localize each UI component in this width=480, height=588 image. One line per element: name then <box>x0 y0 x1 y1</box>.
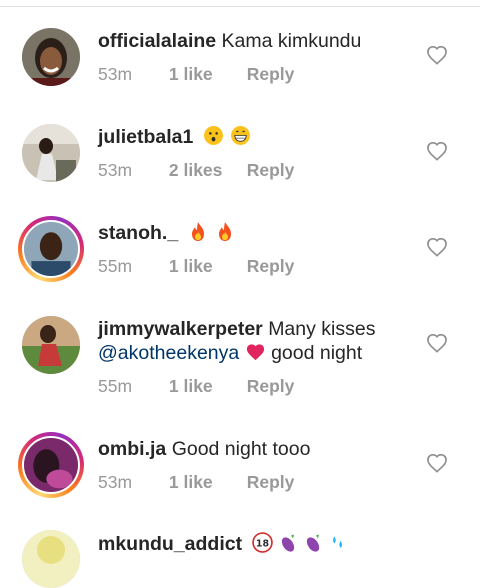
heart-outline-icon[interactable] <box>426 237 448 257</box>
droplets-emoji <box>332 536 342 548</box>
comment-username[interactable]: jimmywalkerpeter <box>98 318 263 340</box>
comment-username[interactable]: julietbala1 <box>98 126 193 148</box>
comment-time: 53m <box>98 472 133 492</box>
comment-text: Kama kimkundu <box>221 30 362 52</box>
avatar[interactable] <box>22 316 80 374</box>
comment-mention[interactable]: @akotheekenya <box>98 342 239 364</box>
hushed-face-emoji <box>203 126 223 145</box>
eighteen-plus-emoji: 18 <box>251 532 273 553</box>
eggplant-emoji <box>307 534 320 552</box>
avatar[interactable] <box>18 216 84 282</box>
avatar[interactable] <box>22 124 80 182</box>
avatar[interactable] <box>22 530 80 588</box>
comment-likes-count[interactable]: 1 like <box>169 256 242 277</box>
eggplant-emoji <box>281 534 295 552</box>
comment-text: Many kisses <box>268 318 376 340</box>
comment-username[interactable]: ombi.ja <box>98 438 166 460</box>
comment-likes-count[interactable]: 1 like <box>169 472 242 493</box>
heart-outline-icon[interactable] <box>426 453 448 473</box>
comment-username[interactable]: stanoh._ <box>98 222 178 244</box>
heart-outline-icon[interactable] <box>426 141 448 161</box>
comment-time: 53m <box>98 64 133 84</box>
comment-time: 55m <box>98 376 133 396</box>
comment-time: 53m <box>98 160 133 180</box>
comment-likes-count[interactable]: 2 likes <box>169 160 242 181</box>
comment-username[interactable]: officialalaine <box>98 30 216 52</box>
heart-emoji <box>246 344 264 361</box>
reply-button[interactable]: Reply <box>247 256 295 277</box>
comment-text: Good night tooo <box>171 438 311 460</box>
avatar[interactable] <box>22 28 80 86</box>
fire-emoji <box>191 222 204 241</box>
reply-button[interactable]: Reply <box>247 64 295 85</box>
avatar[interactable] <box>18 432 84 498</box>
heart-outline-icon[interactable] <box>426 45 448 65</box>
comment-likes-count[interactable]: 1 like <box>169 376 242 397</box>
comment-likes-count[interactable]: 1 like <box>169 64 242 85</box>
reply-button[interactable]: Reply <box>247 376 295 397</box>
grinning-face-emoji <box>231 126 251 145</box>
comment-text: good night <box>271 342 363 364</box>
reply-button[interactable]: Reply <box>247 160 295 181</box>
svg-text:18: 18 <box>255 539 268 550</box>
fire-emoji <box>219 222 232 241</box>
comment-time: 55m <box>98 256 133 276</box>
heart-outline-icon[interactable] <box>426 333 448 353</box>
top-divider <box>0 0 480 7</box>
comment-username[interactable]: mkundu_addict <box>98 533 242 555</box>
reply-button[interactable]: Reply <box>247 472 295 493</box>
